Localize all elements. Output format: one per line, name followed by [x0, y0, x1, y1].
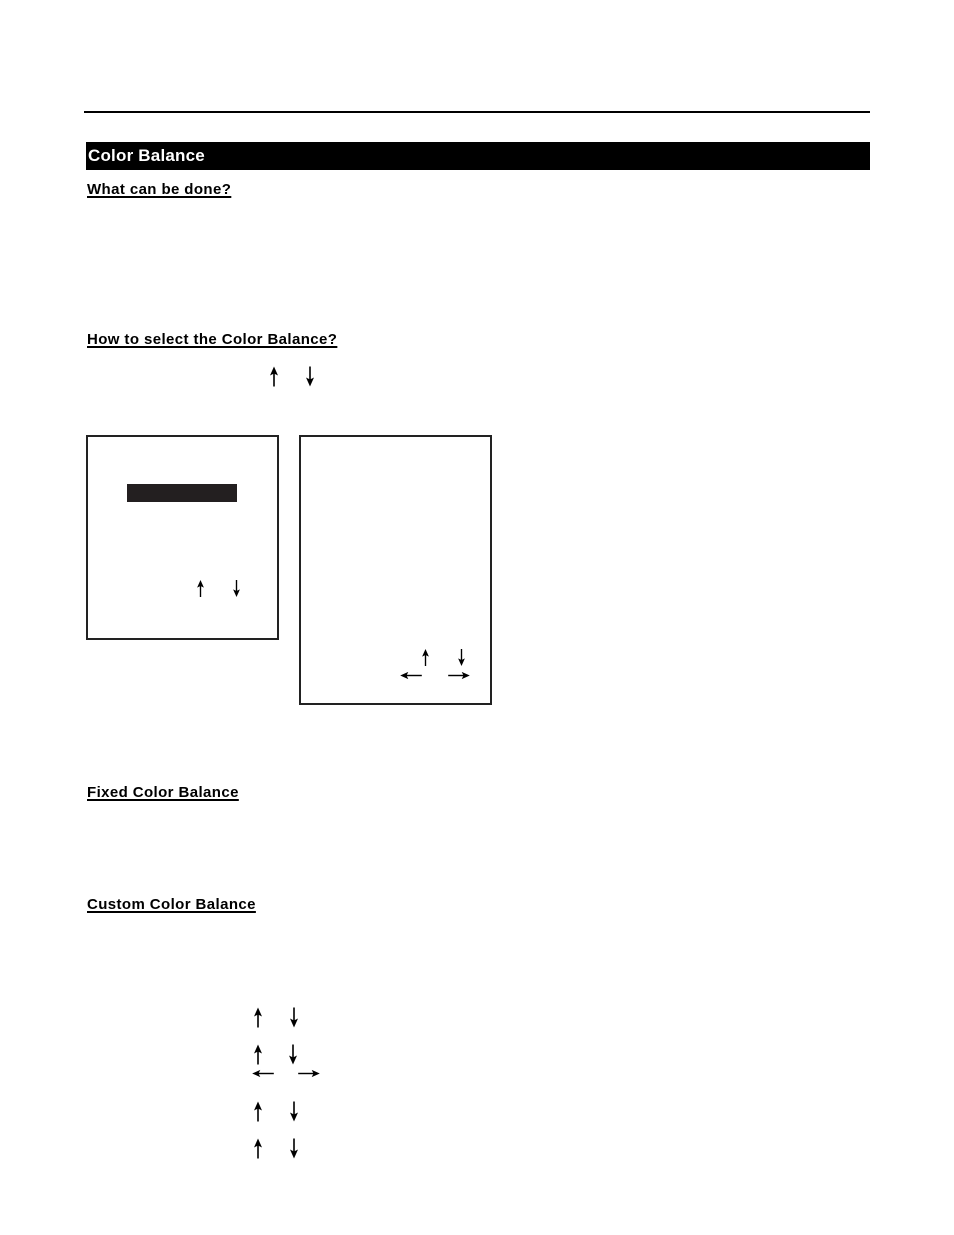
arrow-up-icon: [421, 649, 430, 666]
section-title-bar: Color Balance: [86, 142, 870, 170]
heading-fixed-color-balance: Fixed Color Balance: [87, 784, 239, 801]
arrow-up-icon: [196, 580, 205, 597]
arrow-right-icon: [298, 1069, 320, 1078]
osd-menu-screen-2: [299, 435, 492, 705]
heading-how-to-select: How to select the Color Balance?: [87, 331, 338, 348]
arrow-down-icon: [289, 1007, 299, 1028]
arrow-up-icon: [253, 1101, 263, 1122]
section-title: Color Balance: [88, 146, 205, 165]
heading-what-can-be-done: What can be done?: [87, 181, 232, 198]
arrow-down-icon: [289, 1138, 299, 1159]
arrow-up-icon: [253, 1044, 263, 1065]
arrow-up-icon: [269, 366, 279, 387]
osd-menu-screen-1: [86, 435, 279, 640]
arrow-down-icon: [289, 1101, 299, 1122]
arrow-left-icon: [400, 671, 422, 680]
heading-custom-color-balance: Custom Color Balance: [87, 896, 256, 913]
arrow-down-icon: [457, 649, 466, 666]
arrow-right-icon: [448, 671, 470, 680]
arrow-up-icon: [253, 1138, 263, 1159]
arrow-down-icon: [232, 580, 241, 597]
arrow-down-icon: [288, 1044, 298, 1065]
arrow-down-icon: [305, 366, 315, 387]
arrow-up-icon: [253, 1007, 263, 1028]
osd-menu-highlight-bar: [127, 484, 237, 502]
top-rule-divider: [84, 111, 870, 113]
arrow-left-icon: [252, 1069, 274, 1078]
